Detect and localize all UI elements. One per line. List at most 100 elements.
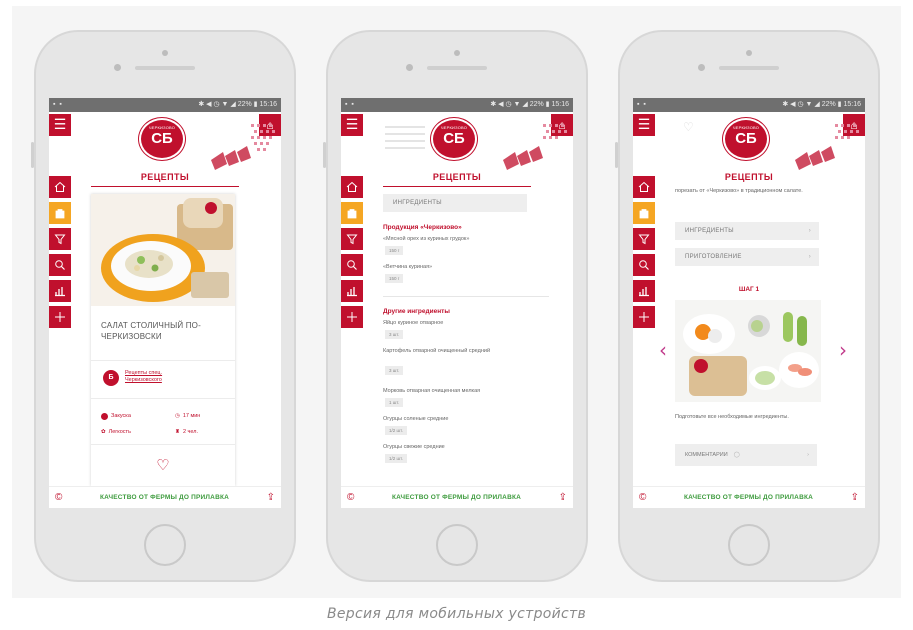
- nav-home[interactable]: [49, 176, 71, 198]
- phone-sensor: [698, 64, 705, 71]
- filter-icon: [638, 234, 650, 245]
- nav-recipes[interactable]: [633, 202, 655, 224]
- ingredients-button[interactable]: ИНГРЕДИЕНТЫ ›: [675, 222, 819, 240]
- recipe-intro-text: порезать от «Черкизово» в традиционном с…: [675, 188, 803, 194]
- share-icon[interactable]: ⇪: [559, 492, 567, 503]
- ingredient-qty: 1/2 шт.: [385, 426, 407, 435]
- phone-mockup-ingredients: ▪ ▪ ✱ ◀ ◷ ▼ ◢ 22% ▮ 15:16 ☰ ⌂ ЧЕРКИЗОВО …: [323, 30, 588, 582]
- phone-speaker: [135, 66, 195, 70]
- plus-icon: [55, 312, 65, 322]
- cooking-button[interactable]: ПРИГОТОВЛЕНИЕ ›: [675, 248, 819, 266]
- nav-home[interactable]: [633, 176, 655, 198]
- chevron-down-icon: ›: [807, 452, 809, 458]
- copyright-icon[interactable]: ©: [55, 492, 62, 503]
- nav-filter[interactable]: [633, 228, 655, 250]
- chef-icon: ✿: [101, 429, 106, 435]
- nav-add[interactable]: [633, 306, 655, 328]
- status-right-info: ✱ ◀ ◷ ▼ ◢ 22% ▮ 15:16: [198, 101, 277, 108]
- nav-search[interactable]: [49, 254, 71, 276]
- menu-button[interactable]: ☰: [341, 114, 363, 136]
- chevron-down-icon: ›: [808, 254, 811, 260]
- nav-add[interactable]: [49, 306, 71, 328]
- products-title: Продукция «Черкизово»: [383, 224, 462, 231]
- chart-icon: [347, 287, 357, 297]
- status-right-info: ✱ ◀ ◷ ▼ ◢ 22% ▮ 15:16: [490, 101, 569, 108]
- nav-filter[interactable]: [49, 228, 71, 250]
- comment-icon: ◯: [733, 452, 740, 458]
- favorite-heart-icon[interactable]: ♡: [91, 456, 235, 474]
- phone-volume-button: [323, 142, 326, 168]
- share-icon[interactable]: ⇪: [851, 492, 859, 503]
- ingredients-toggle-button[interactable]: ИНГРЕДИЕНТЫ: [383, 194, 527, 212]
- comments-button[interactable]: КОММЕНТАРИИ ◯ ›: [675, 444, 817, 466]
- bag-icon: [55, 209, 65, 219]
- status-left-icons: ▪ ▪: [637, 101, 647, 108]
- chevron-left-icon[interactable]: ‹: [659, 338, 667, 362]
- recipe-difficulty: ✿ Легкость: [101, 429, 131, 435]
- phone-screen: ▪ ▪ ✱ ◀ ◷ ▼ ◢ 22% ▮ 15:16 ☰ ⌂ ♡ ЧЕРКИЗОВ…: [633, 98, 865, 508]
- card-divider: [91, 360, 235, 361]
- brand-logo[interactable]: ЧЕРКИЗОВО CƂ: [431, 118, 477, 160]
- decorative-pattern: [211, 124, 275, 170]
- ingredient-name: Огурцы свежие средние: [383, 444, 445, 450]
- ingredient-name: «Мясной орех из куриных грудок»: [383, 236, 470, 242]
- phone-volume-button: [31, 142, 34, 168]
- menu-button[interactable]: ☰: [49, 114, 71, 136]
- step-description: Подготовьте все необходимые ингредиенты.: [675, 414, 789, 420]
- step-photo: [675, 300, 821, 402]
- status-left-icons: ▪ ▪: [345, 101, 355, 108]
- card-divider: [91, 398, 235, 399]
- chevron-down-icon: ›: [808, 228, 811, 234]
- bag-icon: [639, 209, 649, 219]
- nav-search[interactable]: [633, 254, 655, 276]
- menu-button[interactable]: ☰: [633, 114, 655, 136]
- side-navigation: [49, 176, 71, 332]
- ingredient-name: Огурцы соленые средние: [383, 416, 449, 422]
- recipe-card[interactable]: САЛАТ СТОЛИЧНЫЙ ПО-ЧЕРКИЗОВСКИ Ƃ Рецепты…: [91, 194, 235, 486]
- home-icon: [638, 181, 650, 192]
- nav-home[interactable]: [341, 176, 363, 198]
- side-navigation: [341, 176, 363, 332]
- phone-speaker: [427, 66, 487, 70]
- hamburger-icon: ☰: [345, 116, 359, 132]
- search-icon: [347, 260, 357, 270]
- copyright-icon[interactable]: ©: [639, 492, 646, 503]
- persons-icon: ♜: [175, 429, 180, 435]
- nav-filter[interactable]: [341, 228, 363, 250]
- nav-stats[interactable]: [49, 280, 71, 302]
- status-bar: ▪ ▪ ✱ ◀ ◷ ▼ ◢ 22% ▮ 15:16: [341, 98, 573, 112]
- page-title: РЕЦЕПТЫ: [140, 172, 190, 182]
- phone-sensor: [406, 64, 413, 71]
- chevron-right-icon[interactable]: ›: [839, 338, 847, 362]
- nav-add[interactable]: [341, 306, 363, 328]
- ingredient-qty: 3 шт.: [385, 330, 404, 339]
- home-icon: [346, 181, 358, 192]
- phone-mockup-recipes-list: ▪ ▪ ✱ ◀ ◷ ▼ ◢ 22% ▮ 15:16 ☰ ⌂ ЧЕРКИЗОВО: [31, 30, 296, 582]
- nav-search[interactable]: [341, 254, 363, 276]
- brand-logo[interactable]: ЧЕРКИЗОВО CƂ: [139, 118, 185, 160]
- nav-recipes[interactable]: [341, 202, 363, 224]
- brand-recipes-link[interactable]: Рецепты спец. Черкизовского: [125, 370, 195, 384]
- clock-icon: ◷: [175, 413, 180, 419]
- ingredient-name: «Ветчина куриная»: [383, 264, 433, 270]
- phone-speaker: [719, 66, 779, 70]
- chart-icon: [55, 287, 65, 297]
- phone-sensor: [114, 64, 121, 71]
- step-title: ШАГ 1: [738, 286, 760, 293]
- bottom-bar: © КАЧЕСТВО ОТ ФЕРМЫ ДО ПРИЛАВКА ⇪: [633, 486, 865, 508]
- hamburger-icon: ☰: [53, 116, 67, 132]
- side-navigation: [633, 176, 655, 332]
- filter-icon: [54, 234, 66, 245]
- copyright-icon[interactable]: ©: [347, 492, 354, 503]
- nav-stats[interactable]: [341, 280, 363, 302]
- phone-mockup-cooking-steps: ▪ ▪ ✱ ◀ ◷ ▼ ◢ 22% ▮ 15:16 ☰ ⌂ ♡ ЧЕРКИЗОВ…: [615, 30, 880, 582]
- title-underline: [383, 186, 531, 187]
- share-icon[interactable]: ⇪: [267, 492, 275, 503]
- recipe-title: САЛАТ СТОЛИЧНЫЙ ПО-ЧЕРКИЗОВСКИ: [101, 321, 201, 341]
- hamburger-icon: ☰: [637, 116, 651, 132]
- nav-recipes[interactable]: [49, 202, 71, 224]
- like-icon[interactable]: ♡: [683, 120, 694, 134]
- ingredient-qty: 1 шт.: [385, 398, 404, 407]
- brand-logo[interactable]: ЧЕРКИЗОВО CƂ: [723, 118, 769, 160]
- recipe-persons: ♜ 2 чел.: [175, 429, 199, 435]
